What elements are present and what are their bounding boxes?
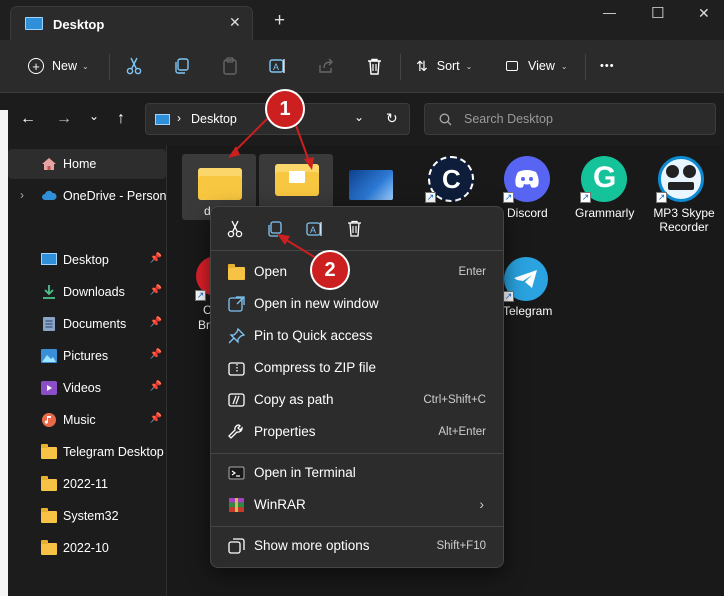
annotation-arrow	[282, 237, 317, 259]
annotation-arrows	[228, 113, 317, 259]
annotation-arrow	[293, 119, 311, 165]
annotation-arrow	[231, 113, 273, 155]
annotation-badge-1: 1	[265, 89, 305, 129]
annotation-arrowhead	[304, 157, 314, 170]
annotation-badge-2: 2	[310, 250, 350, 290]
annotation-arrowhead	[277, 234, 290, 245]
